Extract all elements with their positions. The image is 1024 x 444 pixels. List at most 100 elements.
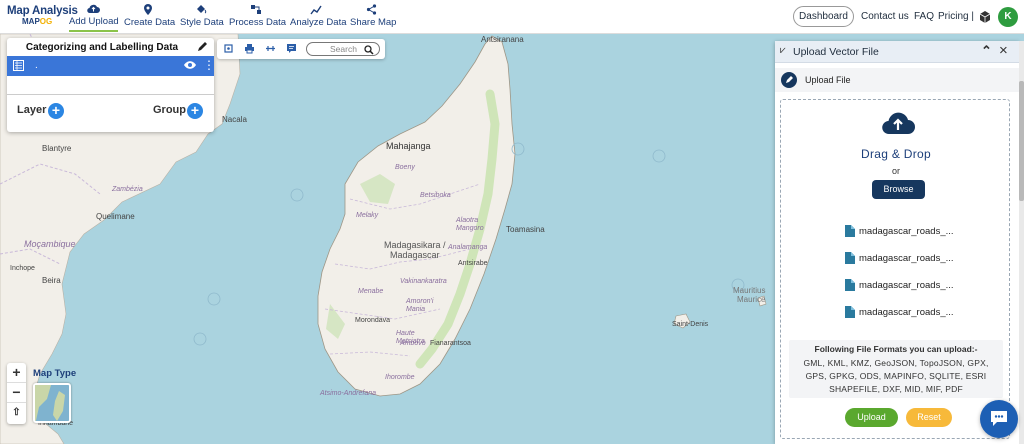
- cube-icon[interactable]: [979, 11, 991, 23]
- file-name: madagascar_roads_...: [859, 253, 954, 264]
- paint-bucket-icon: [197, 5, 207, 14]
- brand-sub-prefix: MAP: [22, 17, 40, 26]
- brand-sub: MAPOG: [22, 17, 67, 26]
- map-label: Moçambique: [24, 239, 76, 249]
- nav-add-upload-label: Add Upload: [69, 16, 119, 27]
- map-label: Maurice: [737, 295, 766, 304]
- map-type-thumbnail[interactable]: [33, 383, 71, 423]
- share-icon: [366, 4, 377, 15]
- map-label: Saint-Denis: [672, 321, 709, 328]
- layer-row-selected[interactable]: . ⋮: [7, 56, 215, 76]
- upload-panel-title: Upload Vector File: [793, 46, 879, 58]
- measure-icon[interactable]: [265, 43, 276, 54]
- process-icon: [250, 5, 261, 14]
- map-pin-icon: [144, 4, 152, 15]
- nav-analyze-data[interactable]: Analyze Data: [290, 4, 347, 32]
- nav-create-data-label: Create Data: [124, 17, 176, 28]
- upload-file-section: Upload File: [775, 68, 1019, 92]
- nav-add-upload[interactable]: Add Upload: [69, 4, 119, 32]
- map-label: Morondava: [355, 317, 391, 324]
- map-label: Mahajanga: [386, 141, 431, 151]
- add-layer-button[interactable]: +: [48, 103, 64, 119]
- file-icon: [845, 252, 855, 264]
- panel-scrollbar[interactable]: [1019, 41, 1024, 444]
- scrollbar-thumb[interactable]: [1019, 81, 1024, 201]
- nav-share-map-label: Share Map: [350, 17, 397, 28]
- dashboard-button[interactable]: Dashboard: [793, 6, 854, 27]
- close-icon[interactable]: ×: [999, 42, 1008, 59]
- nav-create-data[interactable]: Create Data: [124, 4, 176, 32]
- map-label: Vakinankaratra: [400, 278, 447, 285]
- layer-panel: Categorizing and Labelling Data . ⋮ Laye…: [7, 38, 215, 132]
- file-name: madagascar_roads_...: [859, 226, 954, 237]
- drag-drop-text: Drag & Drop: [861, 147, 931, 161]
- map-label: Atsimo-Andrefana: [320, 390, 377, 397]
- zoom-control: + − ⇧: [7, 363, 26, 424]
- map-label: Boeny: [395, 164, 415, 171]
- search-icon[interactable]: [364, 45, 374, 55]
- map-label: Nacala: [222, 115, 247, 124]
- map-label: Mauritius: [733, 286, 766, 295]
- map-label: Betsiboka: [420, 192, 451, 199]
- layer-type-icon: [13, 60, 24, 71]
- brand-name: Map Analysis: [7, 5, 78, 17]
- locate-icon[interactable]: [223, 43, 234, 54]
- eye-icon[interactable]: [183, 60, 197, 70]
- map-label: Antsirabe: [458, 260, 488, 267]
- file-icon: [845, 279, 855, 291]
- cloud-upload-icon: [882, 112, 915, 135]
- map-label: Amoron'i Mania: [406, 298, 434, 313]
- search-input[interactable]: Search: [306, 42, 380, 56]
- map-label: Fianarantsoa: [430, 340, 471, 347]
- or-text: or: [891, 166, 900, 176]
- nav-process-data[interactable]: Process Data: [229, 4, 286, 32]
- layer-label: Layer: [17, 104, 47, 116]
- top-navigation-bar: Map Analysis MAPOG Add Upload Create Dat…: [0, 0, 1024, 34]
- map-label: Blantyre: [42, 144, 72, 153]
- zoom-out-button[interactable]: −: [7, 383, 26, 403]
- map-label: Antsiranana: [481, 35, 524, 44]
- layer-panel-title: Categorizing and Labelling Data: [25, 42, 179, 53]
- layer-name: .: [35, 60, 38, 71]
- pricing-link[interactable]: Pricing |: [938, 11, 974, 22]
- drop-zone[interactable]: Drag & Drop or Browse madagascar_roads_.…: [780, 99, 1010, 439]
- reset-north-button[interactable]: ⇧: [7, 403, 26, 423]
- upload-panel-header: ⩗ Upload Vector File ⌃ ×: [775, 41, 1019, 63]
- browse-button[interactable]: Browse: [872, 180, 925, 199]
- chat-icon: [991, 411, 1007, 426]
- map-thumbnail-image: [35, 385, 69, 421]
- map-label: Ambovo: [400, 340, 426, 347]
- collapse-icon[interactable]: ⌃: [981, 43, 992, 59]
- map-toolbar: Search: [217, 39, 385, 59]
- chat-widget-button[interactable]: [980, 400, 1018, 438]
- upload-button[interactable]: Upload: [845, 408, 898, 427]
- nav-process-data-label: Process Data: [229, 17, 287, 28]
- brand-sub-suffix: OG: [39, 17, 53, 26]
- zoom-in-button[interactable]: +: [7, 363, 26, 383]
- pencil-icon[interactable]: [197, 41, 208, 52]
- reset-button[interactable]: Reset: [906, 408, 952, 427]
- faq-link[interactable]: FAQ: [914, 11, 934, 22]
- edit-circle-icon: [781, 72, 797, 88]
- nav-style-data[interactable]: Style Data: [180, 4, 224, 32]
- print-icon[interactable]: [244, 43, 255, 54]
- nav-style-data-label: Style Data: [180, 17, 224, 28]
- brand-logo[interactable]: Map Analysis MAPOG: [7, 5, 78, 26]
- analytics-icon: [310, 5, 322, 15]
- more-options-icon[interactable]: ⋮: [203, 59, 215, 71]
- map-label: Analamanga: [448, 244, 488, 251]
- user-avatar[interactable]: K: [998, 7, 1018, 27]
- comment-icon[interactable]: [286, 43, 297, 54]
- formats-heading: Following File Formats you can upload:-: [814, 344, 978, 354]
- contact-link[interactable]: Contact us: [861, 11, 909, 22]
- add-group-button[interactable]: +: [187, 103, 203, 119]
- file-name: madagascar_roads_...: [859, 280, 954, 291]
- map-label: Alaotra Mangoro: [456, 217, 484, 232]
- file-icon: [845, 306, 855, 318]
- vector-icon: ⩗: [780, 45, 786, 56]
- map-label: Melaky: [356, 212, 379, 219]
- nav-share-map[interactable]: Share Map: [350, 4, 397, 32]
- formats-list: GML, KML, KMZ, GeoJSON, TopoJSON, GPX, G…: [803, 358, 989, 394]
- map-label: Madagasikara /: [384, 240, 446, 250]
- nav-analyze-data-label: Analyze Data: [290, 17, 347, 28]
